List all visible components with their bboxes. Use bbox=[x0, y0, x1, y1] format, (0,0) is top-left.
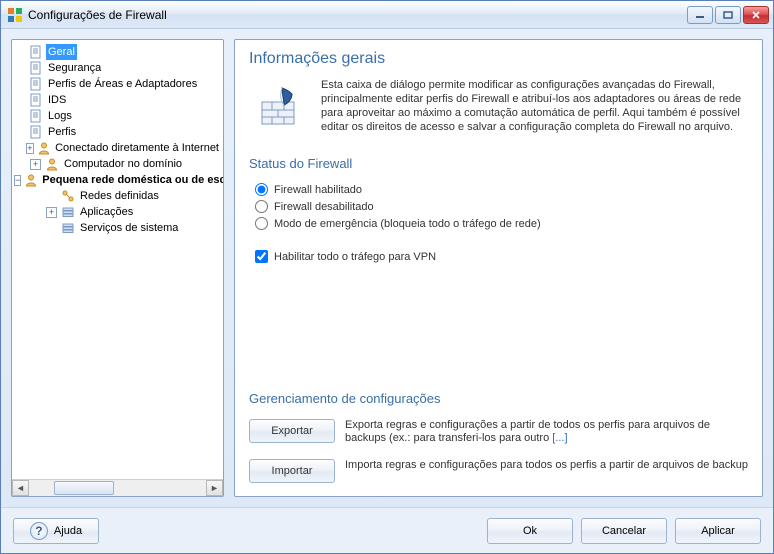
stack-icon bbox=[60, 204, 76, 220]
tree-item[interactable]: Serviços de sistema bbox=[14, 220, 221, 236]
dialog-window: Configurações de Firewall GeralSegurança… bbox=[0, 0, 774, 554]
expand-icon[interactable]: + bbox=[26, 143, 35, 154]
tree-item-label: Logs bbox=[46, 108, 74, 124]
tree-item-label: Computador no domínio bbox=[62, 156, 184, 172]
tree-item-label: Segurança bbox=[46, 60, 103, 76]
description-text: Esta caixa de diálogo permite modificar … bbox=[321, 78, 748, 134]
tree-item-label: Perfis bbox=[46, 124, 78, 140]
tree-item[interactable]: Perfis bbox=[14, 124, 221, 140]
export-button[interactable]: Exportar bbox=[249, 419, 335, 443]
firewall-status-radio[interactable]: Firewall habilitado bbox=[249, 181, 748, 198]
page-title: Informações gerais bbox=[249, 50, 748, 68]
tree-item[interactable]: Perfis de Áreas e Adaptadores bbox=[14, 76, 221, 92]
titlebar[interactable]: Configurações de Firewall bbox=[1, 1, 773, 29]
tree-item[interactable]: + Computador no domínio bbox=[14, 156, 221, 172]
user-icon bbox=[37, 140, 51, 156]
user-icon bbox=[24, 172, 38, 188]
page-icon bbox=[28, 124, 44, 140]
net-icon bbox=[60, 188, 76, 204]
radio-label: Firewall desabilitado bbox=[274, 201, 374, 213]
import-button[interactable]: Importar bbox=[249, 459, 335, 483]
tree-item[interactable]: − Pequena rede doméstica ou de escritório bbox=[14, 172, 221, 188]
tree-item-label: Conectado diretamente à Internet bbox=[53, 140, 221, 156]
scroll-left-button[interactable]: ◄ bbox=[12, 480, 29, 496]
tree-item[interactable]: Geral bbox=[14, 44, 221, 60]
mgmt-heading: Gerenciamento de configurações bbox=[249, 391, 748, 406]
import-description: Importa regras e configurações para todo… bbox=[345, 459, 748, 472]
collapse-icon[interactable]: − bbox=[14, 175, 21, 186]
nav-tree[interactable]: GeralSegurançaPerfis de Áreas e Adaptado… bbox=[12, 40, 223, 479]
scroll-thumb[interactable] bbox=[54, 481, 114, 495]
radio-input[interactable] bbox=[255, 183, 268, 196]
tree-item-label: Pequena rede doméstica ou de escritório bbox=[40, 172, 223, 188]
tree-panel: GeralSegurançaPerfis de Áreas e Adaptado… bbox=[11, 39, 224, 497]
export-more-link[interactable]: [...] bbox=[552, 432, 567, 444]
expand-icon[interactable]: + bbox=[30, 159, 41, 170]
user-icon bbox=[44, 156, 60, 172]
cancel-button[interactable]: Cancelar bbox=[581, 518, 667, 544]
apply-button[interactable]: Aplicar bbox=[675, 518, 761, 544]
status-heading: Status do Firewall bbox=[249, 156, 748, 171]
scroll-track[interactable] bbox=[29, 480, 206, 496]
tree-item[interactable]: + Conectado diretamente à Internet bbox=[14, 140, 221, 156]
app-icon bbox=[7, 7, 23, 23]
radio-input[interactable] bbox=[255, 217, 268, 230]
tree-item[interactable]: + Aplicações bbox=[14, 204, 221, 220]
dialog-body: GeralSegurançaPerfis de Áreas e Adaptado… bbox=[1, 29, 773, 507]
help-button[interactable]: ? Ajuda bbox=[13, 518, 99, 544]
tree-item-label: Aplicações bbox=[78, 204, 135, 220]
dialog-footer: ? Ajuda Ok Cancelar Aplicar bbox=[1, 507, 773, 553]
firewall-status-radio[interactable]: Modo de emergência (bloqueia todo o tráf… bbox=[249, 215, 748, 232]
export-description: Exporta regras e configurações a partir … bbox=[345, 419, 748, 445]
page-icon bbox=[28, 76, 44, 92]
close-button[interactable] bbox=[743, 6, 769, 24]
firewall-status-radio[interactable]: Firewall desabilitado bbox=[249, 198, 748, 215]
vpn-checkbox-row[interactable]: Habilitar todo o tráfego para VPN bbox=[249, 248, 748, 265]
tree-item-label: Geral bbox=[46, 44, 77, 60]
vpn-checkbox[interactable] bbox=[255, 250, 268, 263]
tree-item-label: Redes definidas bbox=[78, 188, 161, 204]
stack-icon bbox=[60, 220, 76, 236]
content-panel: Informações gerais bbox=[234, 39, 763, 497]
page-icon bbox=[28, 108, 44, 124]
tree-item[interactable]: Redes definidas bbox=[14, 188, 221, 204]
radio-label: Firewall habilitado bbox=[274, 184, 362, 196]
ok-button[interactable]: Ok bbox=[487, 518, 573, 544]
minimize-icon bbox=[695, 11, 705, 19]
tree-item[interactable]: IDS bbox=[14, 92, 221, 108]
tree-item-label: Perfis de Áreas e Adaptadores bbox=[46, 76, 199, 92]
tree-item[interactable]: Logs bbox=[14, 108, 221, 124]
page-icon bbox=[28, 92, 44, 108]
radio-input[interactable] bbox=[255, 200, 268, 213]
help-icon: ? bbox=[30, 522, 48, 540]
scroll-right-button[interactable]: ► bbox=[206, 480, 223, 496]
page-icon bbox=[28, 60, 44, 76]
tree-item[interactable]: Segurança bbox=[14, 60, 221, 76]
expand-icon[interactable]: + bbox=[46, 207, 57, 218]
window-title: Configurações de Firewall bbox=[28, 8, 687, 22]
page-icon bbox=[28, 44, 44, 60]
horizontal-scrollbar[interactable]: ◄ ► bbox=[12, 479, 223, 496]
tree-item-label: Serviços de sistema bbox=[78, 220, 180, 236]
vpn-checkbox-label: Habilitar todo o tráfego para VPN bbox=[274, 251, 436, 263]
tree-item-label: IDS bbox=[46, 92, 68, 108]
close-icon bbox=[751, 11, 761, 19]
radio-label: Modo de emergência (bloqueia todo o tráf… bbox=[274, 218, 541, 230]
maximize-button[interactable] bbox=[715, 6, 741, 24]
minimize-button[interactable] bbox=[687, 6, 713, 24]
firewall-icon bbox=[249, 78, 311, 128]
maximize-icon bbox=[723, 11, 733, 19]
